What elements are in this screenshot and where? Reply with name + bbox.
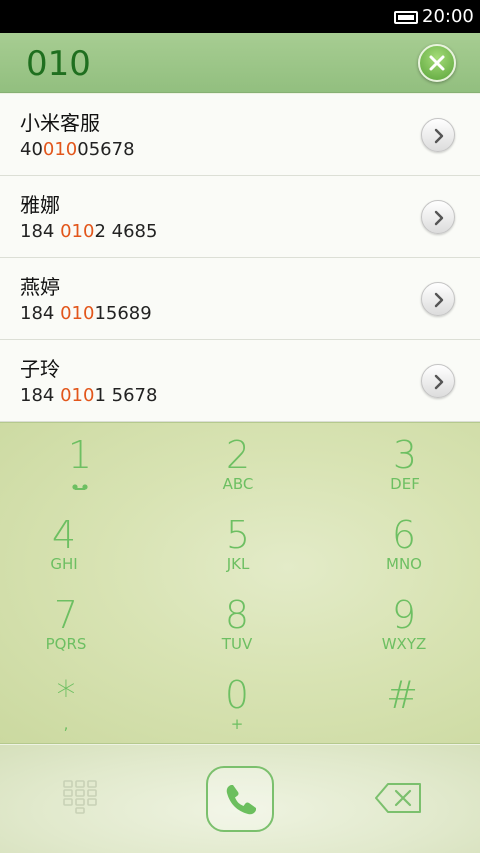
match-highlight: 010 (60, 385, 95, 406)
contact-detail-button[interactable] (421, 282, 455, 316)
dialpad: 1 2 ABC 3 DEF 4 GHI 5 JKL 6 MNO 7 PQRS 8… (0, 422, 480, 744)
chevron-right-icon (434, 210, 444, 226)
contact-results-list: 小米客服 4001005678 雅娜 184 0102 4685 燕婷 184 … (0, 94, 480, 422)
list-item[interactable]: 燕婷 184 01015689 (0, 258, 480, 340)
keypad-icon (63, 780, 97, 814)
contact-detail-button[interactable] (421, 364, 455, 398)
key-2[interactable]: 2 ABC (158, 423, 318, 503)
contact-detail-button[interactable] (421, 118, 455, 152)
backspace-button[interactable] (374, 781, 424, 815)
key-star[interactable]: * , (0, 663, 146, 743)
match-highlight: 010 (42, 139, 78, 160)
status-bar: 20:00 (0, 0, 480, 33)
match-highlight: 010 (60, 221, 95, 242)
key-hash[interactable]: # (322, 663, 480, 743)
call-button[interactable] (206, 766, 274, 832)
contact-number: 184 01015689 (20, 303, 152, 324)
list-item[interactable]: 子玲 184 0101 5678 (0, 340, 480, 422)
contact-name: 燕婷 (20, 275, 60, 299)
dial-input-bar: 010 (0, 33, 480, 93)
keypad-toggle-button[interactable] (60, 779, 100, 815)
contact-number: 184 0102 4685 (20, 221, 158, 242)
dialed-number[interactable]: 010 (26, 45, 91, 83)
key-9[interactable]: 9 WXYZ (324, 583, 480, 663)
key-1[interactable]: 1 (0, 423, 160, 503)
key-0[interactable]: 0 + (157, 663, 317, 743)
key-6[interactable]: 6 MNO (324, 503, 480, 583)
phone-icon (226, 785, 256, 815)
chevron-right-icon (434, 374, 444, 390)
chevron-right-icon (434, 292, 444, 308)
contact-number: 4001005678 (20, 139, 135, 160)
contact-detail-button[interactable] (421, 200, 455, 234)
contact-name: 小米客服 (20, 111, 100, 135)
contact-name: 子玲 (20, 357, 60, 381)
key-3[interactable]: 3 DEF (325, 423, 480, 503)
voicemail-icon (72, 484, 88, 490)
list-item[interactable]: 雅娜 184 0102 4685 (0, 176, 480, 258)
match-highlight: 010 (60, 303, 95, 324)
chevron-right-icon (434, 128, 444, 144)
key-7[interactable]: 7 PQRS (0, 583, 146, 663)
list-item[interactable]: 小米客服 4001005678 (0, 94, 480, 176)
battery-icon (394, 11, 418, 24)
close-icon (429, 55, 445, 71)
backspace-icon (375, 783, 421, 813)
key-8[interactable]: 8 TUV (157, 583, 317, 663)
dialer-action-bar (0, 745, 480, 853)
clear-input-button[interactable] (418, 44, 456, 82)
status-time: 20:00 (422, 6, 474, 27)
key-5[interactable]: 5 JKL (158, 503, 318, 583)
contact-number: 184 0101 5678 (20, 385, 158, 406)
key-4[interactable]: 4 GHI (0, 503, 144, 583)
contact-name: 雅娜 (20, 193, 60, 217)
